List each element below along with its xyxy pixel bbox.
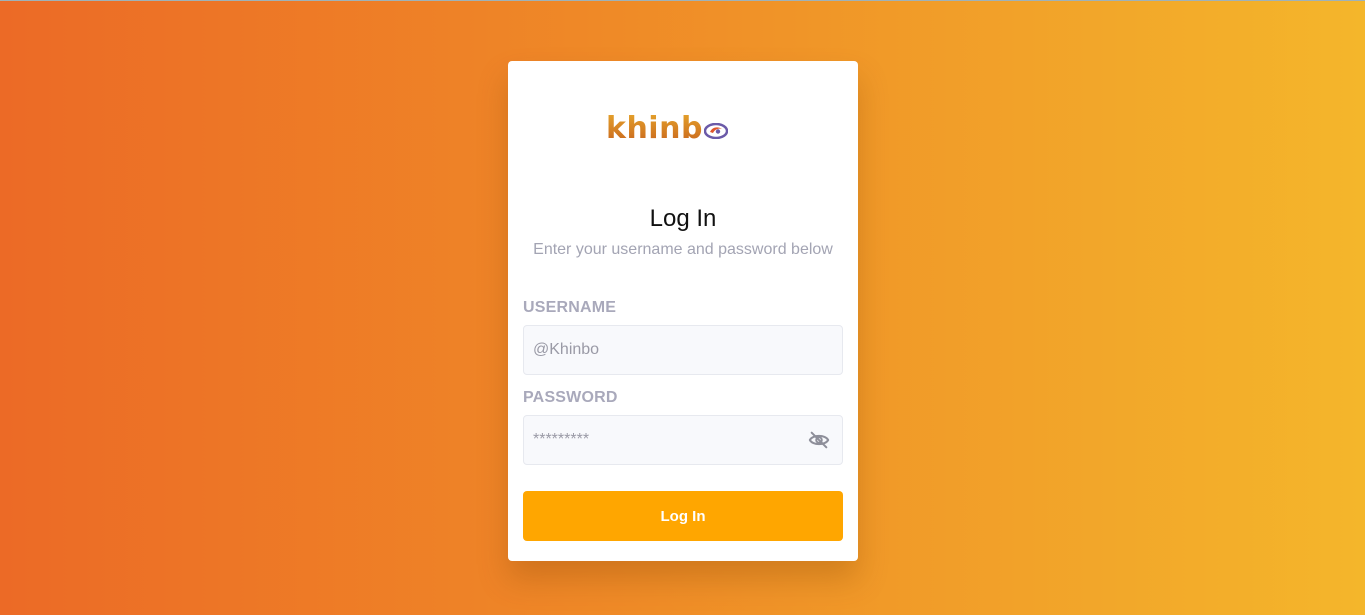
eye-off-icon[interactable]	[808, 429, 830, 451]
login-card: khinb Log In Enter your username and pas…	[508, 61, 858, 561]
password-label: PASSWORD	[523, 389, 618, 406]
page-subtitle: Enter your username and password below	[533, 241, 833, 258]
username-label: USERNAME	[523, 299, 617, 316]
khinbo-logo: khinb	[606, 111, 766, 147]
password-field-wrapper	[523, 415, 843, 465]
page-title: Log In	[649, 205, 717, 232]
username-field-wrapper	[523, 325, 843, 375]
logo-wordmark: khinb	[606, 111, 703, 146]
login-button[interactable]: Log In	[523, 491, 843, 541]
username-input[interactable]	[524, 326, 803, 374]
khinbo-swirl-icon	[703, 123, 728, 139]
top-border	[0, 0, 1365, 1]
password-input[interactable]	[524, 416, 803, 464]
